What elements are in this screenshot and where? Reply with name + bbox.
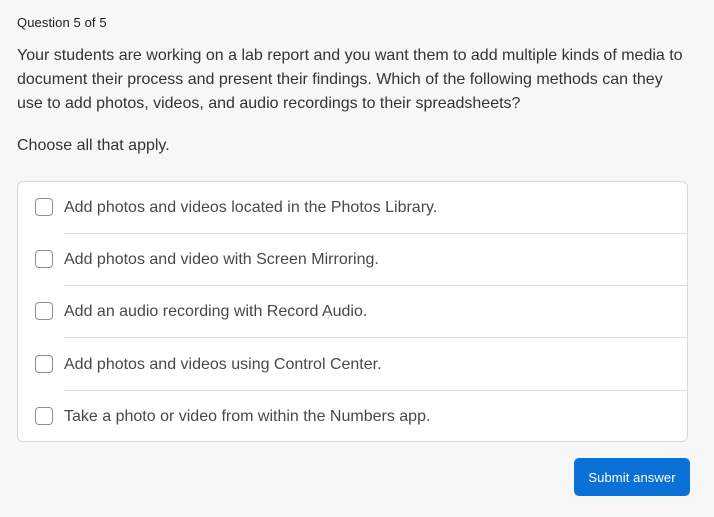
checkbox[interactable] xyxy=(35,198,53,216)
answer-option-1[interactable]: Add photos and videos located in the Pho… xyxy=(18,182,687,234)
submit-answer-button[interactable]: Submit answer xyxy=(574,458,690,496)
answer-option-4[interactable]: Add photos and videos using Control Cent… xyxy=(18,339,687,391)
question-counter: Question 5 of 5 xyxy=(17,15,107,30)
answer-option-label: Add photos and video with Screen Mirrori… xyxy=(64,251,379,268)
checkbox[interactable] xyxy=(35,250,53,268)
answer-option-label: Take a photo or video from within the Nu… xyxy=(64,408,431,425)
answer-option-2[interactable]: Add photos and video with Screen Mirrori… xyxy=(18,234,687,286)
answer-option-label: Add photos and videos using Control Cent… xyxy=(64,356,382,373)
answer-option-label: Add an audio recording with Record Audio… xyxy=(64,303,368,320)
divider xyxy=(64,337,687,338)
answer-option-5[interactable]: Take a photo or video from within the Nu… xyxy=(18,391,687,443)
answer-options-list: Add photos and videos located in the Pho… xyxy=(17,181,688,442)
instruction-text: Choose all that apply. xyxy=(17,137,170,154)
question-text: Your students are working on a lab repor… xyxy=(17,47,683,112)
checkbox[interactable] xyxy=(35,407,53,425)
checkbox[interactable] xyxy=(35,302,53,320)
answer-option-label: Add photos and videos located in the Pho… xyxy=(64,199,438,216)
answer-option-3[interactable]: Add an audio recording with Record Audio… xyxy=(18,286,687,338)
checkbox[interactable] xyxy=(35,355,53,373)
